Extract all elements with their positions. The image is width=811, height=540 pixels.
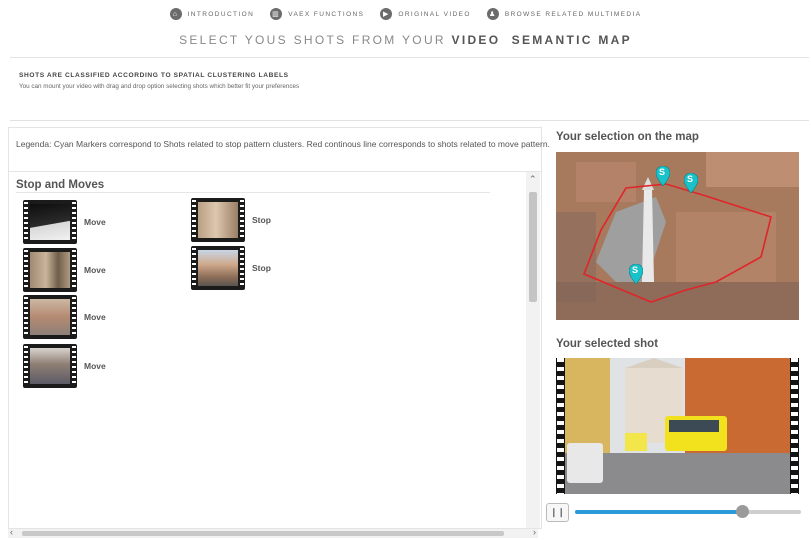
nav-original-video-label: ORIGINAL VIDEO — [398, 10, 471, 18]
info-subtext: You can mount your video with drag and d… — [19, 83, 300, 90]
film-thumbnail[interactable] — [23, 200, 77, 244]
film-thumbnail[interactable] — [191, 246, 245, 290]
map-title: Your selection on the map — [556, 131, 699, 143]
shot-item[interactable]: Stop — [191, 246, 271, 290]
nav-browse-multimedia-label: BROWSE RELATED MULTIMEDIA — [504, 10, 642, 18]
page-title-semantic-map: SEMANTIC MAP — [511, 33, 632, 47]
selected-shot-title: Your selected shot — [556, 338, 659, 350]
scroll-right-icon[interactable]: › — [533, 527, 536, 537]
section-title: Stop and Moves — [16, 179, 105, 191]
home-icon: ⌂ — [169, 8, 182, 20]
nav-original-video[interactable]: ▶ ORIGINAL VIDEO — [380, 6, 470, 22]
shot-label: Move — [84, 361, 106, 371]
nav-vaex-functions-label: VAEX FUNCTIONS — [288, 10, 365, 18]
film-thumbnail[interactable] — [23, 344, 77, 388]
nav-introduction[interactable]: ⌂ INTRODUCTION — [169, 6, 255, 22]
marker-label: S — [659, 167, 666, 177]
shot-label: Stop — [252, 215, 271, 225]
page-title-prefix: SELECT YOUS SHOTS FROM YOUR — [179, 33, 446, 47]
top-nav: ⌂ INTRODUCTION ▥ VAEX FUNCTIONS ▶ ORIGIN… — [0, 6, 811, 22]
nav-browse-multimedia[interactable]: ♟ BROWSE RELATED MULTIMEDIA — [486, 6, 642, 22]
horizontal-scrollbar[interactable]: ‹ › — [8, 527, 538, 538]
selection-map[interactable]: S S S — [556, 152, 799, 320]
shot-item[interactable]: Stop — [191, 198, 271, 242]
playback-progress — [575, 510, 743, 514]
map-graphic — [556, 152, 799, 320]
info-box: SHOTS ARE CLASSIFIED ACCORDING TO SPATIA… — [10, 63, 809, 119]
divider — [16, 192, 490, 193]
chart-icon: ▥ — [270, 8, 283, 20]
page-title: SELECT YOUS SHOTS FROM YOUR VIDEO SEMANT… — [0, 33, 811, 47]
vertical-scrollbar[interactable]: ⌃ — [526, 172, 540, 528]
marker-label: S — [687, 174, 694, 184]
selected-shot-preview[interactable] — [556, 358, 799, 494]
people-icon: ♟ — [486, 8, 499, 20]
shot-label: Move — [84, 312, 106, 322]
info-heading: SHOTS ARE CLASSIFIED ACCORDING TO SPATIA… — [19, 72, 289, 79]
shot-label: Stop — [252, 263, 271, 273]
divider — [10, 57, 809, 58]
film-thumbnail[interactable] — [23, 295, 77, 339]
scrollbar-thumb[interactable] — [22, 531, 504, 536]
scroll-left-icon[interactable]: ‹ — [10, 527, 13, 537]
film-thumbnail[interactable] — [191, 198, 245, 242]
scrollbar-thumb[interactable] — [529, 192, 537, 302]
nav-introduction-label: INTRODUCTION — [187, 10, 255, 18]
pause-button[interactable]: ❙❙ — [546, 503, 569, 522]
divider — [9, 171, 541, 172]
shot-item[interactable]: Move — [23, 344, 106, 388]
legend-text: Legenda: Cyan Markers correspond to Shot… — [16, 139, 550, 149]
shots-panel: Legenda: Cyan Markers correspond to Shot… — [8, 127, 550, 529]
film-perforation — [557, 358, 564, 494]
film-perforation — [791, 358, 798, 494]
playback-slider[interactable] — [575, 505, 801, 518]
shot-item[interactable]: Move — [23, 295, 106, 339]
scroll-up-icon[interactable]: ⌃ — [529, 174, 537, 185]
shot-item[interactable]: Move — [23, 248, 106, 292]
nav-vaex-functions[interactable]: ▥ VAEX FUNCTIONS — [270, 6, 364, 22]
pause-icon: ❙❙ — [549, 507, 566, 517]
shot-label: Move — [84, 265, 106, 275]
shot-item[interactable]: Move — [23, 200, 106, 244]
shot-frame — [565, 358, 790, 494]
page-title-video: VIDEO — [451, 33, 501, 47]
slider-knob[interactable] — [736, 505, 750, 518]
marker-label: S — [632, 265, 639, 275]
divider — [10, 120, 809, 121]
film-thumbnail[interactable] — [23, 248, 77, 292]
play-icon: ▶ — [380, 8, 393, 20]
shot-label: Move — [84, 217, 106, 227]
